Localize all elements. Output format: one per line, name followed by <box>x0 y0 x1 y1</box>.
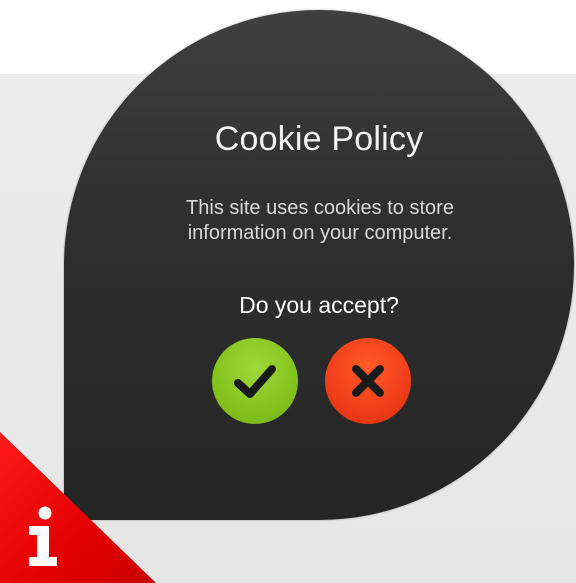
checkmark-icon <box>234 365 276 398</box>
dialog-title: Cookie Policy <box>214 120 424 158</box>
cookie-message-line-1: This site uses cookies to store <box>186 197 454 219</box>
accept-button[interactable] <box>212 338 298 424</box>
cookie-message: This site uses cookies to store informat… <box>120 196 520 246</box>
info-icon <box>29 506 57 566</box>
cookie-dialog <box>64 10 574 520</box>
cookie-consent-screen: Cookie Policy This site uses cookies to … <box>0 0 576 583</box>
cookie-message-line-2: information on your computer. <box>187 222 453 244</box>
x-icon <box>352 365 384 397</box>
decline-button[interactable] <box>325 338 411 424</box>
accept-question: Do you accept? <box>239 292 399 318</box>
